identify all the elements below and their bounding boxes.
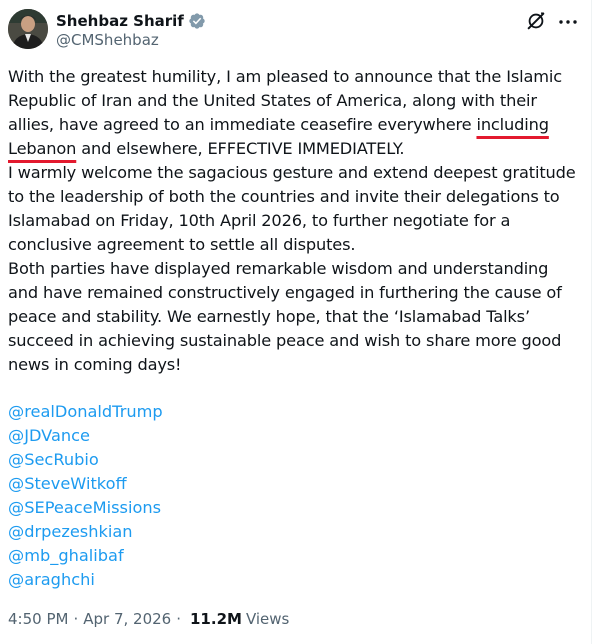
more-options-icon[interactable] [556,10,580,34]
post-date[interactable]: Apr 7, 2026 [83,610,171,628]
mention-link[interactable]: @SEPeaceMissions [8,496,163,520]
mention-link[interactable]: @JDVance [8,424,163,448]
mention-link[interactable]: @SteveWitkoff [8,472,163,496]
mention-link[interactable]: @drpezeshkian [8,520,163,544]
timeline-border [591,0,592,644]
mention-link[interactable]: @araghchi [8,568,163,592]
post-time[interactable]: 4:50 PM [8,610,68,628]
post-text: With the greatest humility, I am pleased… [8,65,578,377]
views-count[interactable]: 11.2M [190,610,242,628]
grok-icon[interactable] [525,10,547,32]
avatar-photo [8,9,48,49]
avatar[interactable] [8,9,48,49]
views-label: Views [245,610,290,628]
post-paragraph-1: With the greatest humility, I am pleased… [8,65,578,161]
meta-separator: · [73,610,79,628]
mention-link[interactable]: @mb_ghalibaf [8,544,163,568]
mentions-list: @realDonaldTrump @JDVance @SecRubio @Ste… [8,400,163,592]
author-handle[interactable]: @CMShehbaz [56,31,159,49]
author-name-row: Shehbaz Sharif [56,10,206,32]
author-display-name[interactable]: Shehbaz Sharif [56,12,184,30]
verified-badge-icon[interactable] [188,12,206,30]
post-meta: 4:50 PM · Apr 7, 2026 · 11.2M Views [8,608,289,630]
meta-separator: · [176,610,181,628]
mention-link[interactable]: @realDonaldTrump [8,400,163,424]
post-paragraph-3: Both parties have displayed remarkable w… [8,259,562,374]
post-paragraph-2: I warmly welcome the sagacious gesture a… [8,163,576,254]
mention-link[interactable]: @SecRubio [8,448,163,472]
post-text-segment: and elsewhere, EFFECTIVE IMMEDIATELY. [76,139,405,158]
